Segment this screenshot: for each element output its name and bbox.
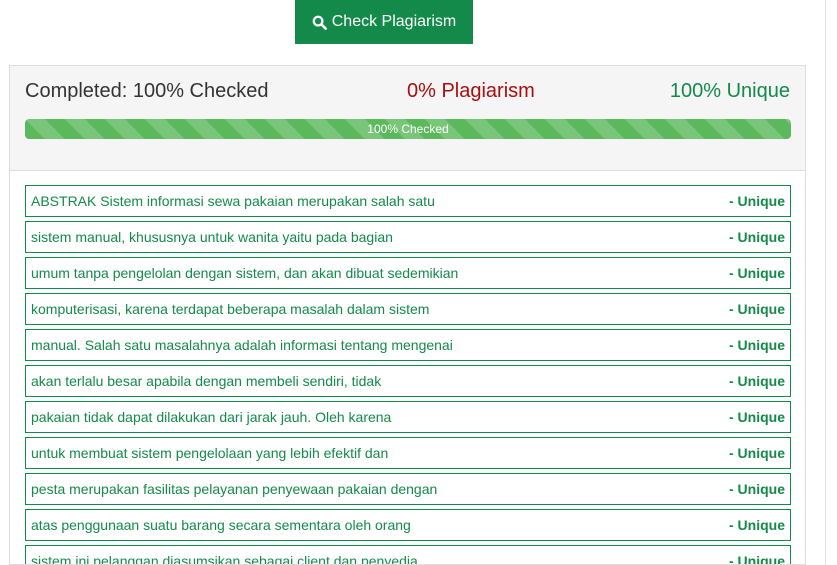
sentence-status: - Unique <box>729 373 785 389</box>
check-progress-bar: 100% Checked <box>25 119 791 139</box>
check-plagiarism-button[interactable]: Check Plagiarism <box>295 0 473 44</box>
sentence-result-row: ABSTRAK Sistem informasi sewa pakaian me… <box>25 185 791 217</box>
sentence-text: atas penggunaan suatu barang secara seme… <box>31 517 411 533</box>
sentence-status: - Unique <box>729 481 785 497</box>
results-panel: Completed: 100% Checked 0% Plagiarism 10… <box>9 65 806 565</box>
sentence-result-row: atas penggunaan suatu barang secara seme… <box>25 509 791 541</box>
sentence-text: pesta merupakan fasilitas pelayanan peny… <box>31 481 438 497</box>
sentence-result-row: pesta merupakan fasilitas pelayanan peny… <box>25 473 791 505</box>
sentence-text: akan terlalu besar apabila dengan membel… <box>31 373 382 389</box>
sentence-text: sistem manual, khususnya untuk wanita ya… <box>31 229 393 245</box>
search-icon <box>312 15 327 30</box>
sentence-result-row: manual. Salah satu masalahnya adalah inf… <box>25 329 791 361</box>
sentence-text: pakaian tidak dapat dilakukan dari jarak… <box>31 409 392 425</box>
sentence-text: umum tanpa pengelolan dengan sistem, dan… <box>31 265 459 281</box>
sentence-status: - Unique <box>729 517 785 533</box>
plagiarism-percentage: 0% Plagiarism <box>407 80 535 102</box>
results-summary: Completed: 100% Checked 0% Plagiarism 10… <box>10 66 805 171</box>
sentence-text: sistem ini pelanggan diasumsikan sebagai… <box>31 553 418 565</box>
completed-status: Completed: 100% Checked <box>25 80 269 102</box>
sentence-status: - Unique <box>729 445 785 461</box>
sentence-status: - Unique <box>729 301 785 317</box>
sentence-result-row: untuk membuat sistem pengelolaan yang le… <box>25 437 791 469</box>
sentence-status: - Unique <box>729 265 785 281</box>
sentence-result-row: sistem ini pelanggan diasumsikan sebagai… <box>25 545 791 565</box>
sentence-status: - Unique <box>729 337 785 353</box>
sentence-result-row: umum tanpa pengelolan dengan sistem, dan… <box>25 257 791 289</box>
unique-percentage: 100% Unique <box>669 80 790 102</box>
sentence-result-row: pakaian tidak dapat dilakukan dari jarak… <box>25 401 791 433</box>
sentence-status: - Unique <box>729 409 785 425</box>
sentence-status: - Unique <box>729 553 785 565</box>
sentence-result-row: komputerisasi, karena terdapat beberapa … <box>25 293 791 325</box>
sentence-text: manual. Salah satu masalahnya adalah inf… <box>31 337 453 353</box>
sentence-text: untuk membuat sistem pengelolaan yang le… <box>31 445 389 461</box>
sentence-text: komputerisasi, karena terdapat beberapa … <box>31 301 430 317</box>
sentence-status: - Unique <box>729 229 785 245</box>
page-edge-divider <box>825 0 826 565</box>
check-progress-track: 100% Checked <box>25 119 791 139</box>
sentence-result-row: sistem manual, khususnya untuk wanita ya… <box>25 221 791 253</box>
check-plagiarism-label: Check Plagiarism <box>331 13 457 30</box>
sentence-results-list: ABSTRAK Sistem informasi sewa pakaian me… <box>25 185 791 565</box>
sentence-result-row: akan terlalu besar apabila dengan membel… <box>25 365 791 397</box>
sentence-status: - Unique <box>729 193 785 209</box>
sentence-text: ABSTRAK Sistem informasi sewa pakaian me… <box>31 193 435 209</box>
